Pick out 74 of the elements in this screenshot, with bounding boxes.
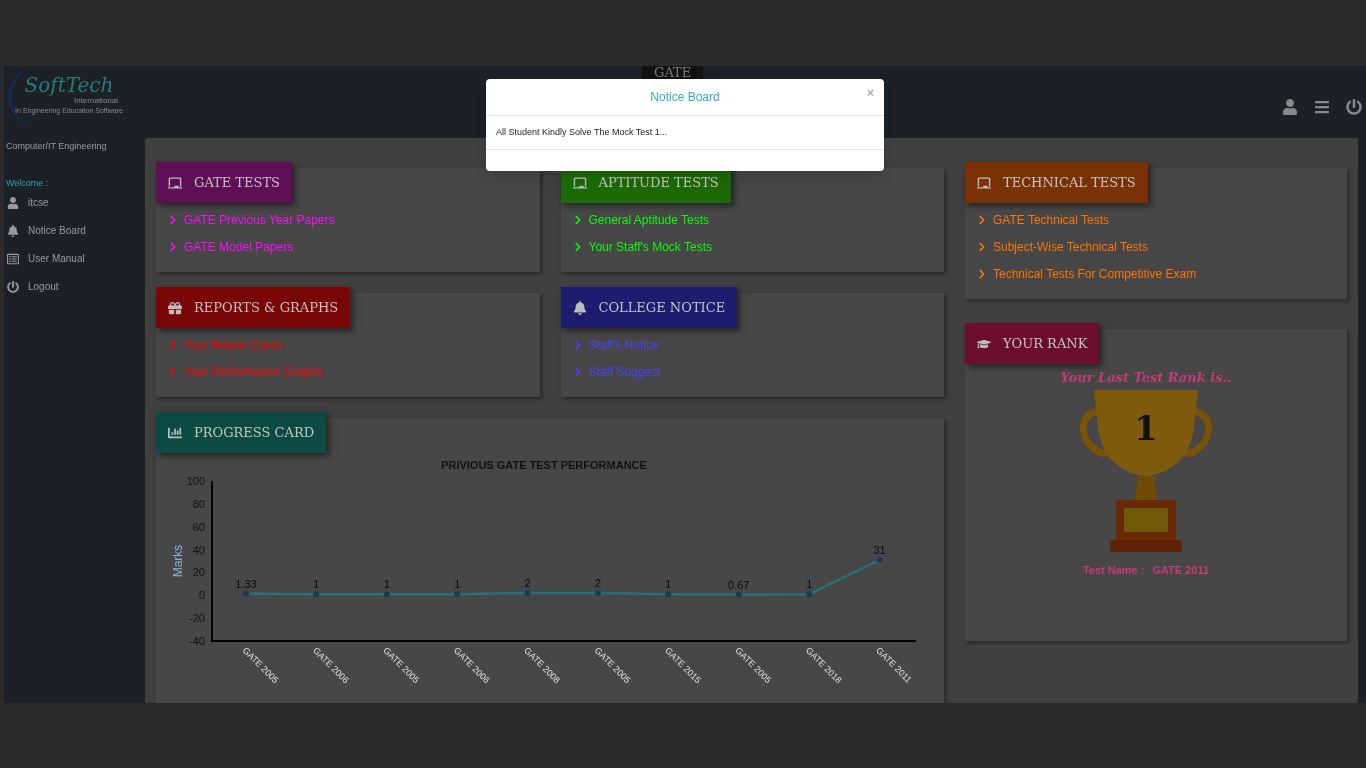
panel-link[interactable]: Subject-Wise Technical Tests [977, 238, 1148, 256]
user-icon [7, 196, 19, 209]
panel-link[interactable]: GATE Technical Tests [977, 211, 1110, 229]
board-icon [572, 175, 587, 190]
data-point [665, 591, 672, 598]
bell-icon [572, 300, 587, 315]
panel-link[interactable]: Technical Tests For Competitive Exam [977, 265, 1197, 283]
power-icon [7, 280, 19, 293]
data-point [595, 590, 601, 596]
panel-title: YOUR RANK [1003, 334, 1088, 353]
chevron-icon [168, 367, 178, 377]
chevron-icon [168, 215, 178, 225]
panel-title: TECHNICAL TESTS [1003, 173, 1136, 192]
data-point [735, 591, 742, 598]
data-label: 2 [524, 577, 531, 589]
chevron-icon [572, 242, 583, 252]
panel-title: GATE TESTS [194, 173, 280, 192]
chevron-icon [572, 367, 583, 377]
panel-link[interactable]: GATE Previous Year Papers [168, 211, 335, 229]
data-label: 1 [454, 578, 461, 591]
data-label: 1 [806, 578, 813, 591]
data-point [243, 590, 249, 597]
panel-title: APTITUDE TESTS [598, 173, 719, 192]
data-label: 31 [873, 543, 886, 556]
list-icon [7, 252, 19, 265]
panel-link[interactable]: General Aptitude Tests [572, 211, 710, 229]
dialog-title: Notice Board [650, 89, 720, 106]
data-label: 1 [665, 578, 672, 591]
gift-icon [168, 300, 182, 315]
test-name-value: GATE 2011 [1152, 562, 1210, 578]
sidebar-item[interactable]: User Manual [7, 252, 85, 265]
bell-icon [7, 224, 19, 237]
data-label: 1 [313, 578, 320, 591]
department-label: Computer/IT Engineering [5, 140, 108, 153]
chevron-icon [572, 340, 583, 350]
board-icon [977, 175, 991, 190]
rank-number: 1 [1134, 407, 1158, 448]
data-label: 1.33 [235, 577, 257, 590]
sidebar-item[interactable]: itcse [7, 196, 49, 209]
chevron-icon [572, 215, 583, 225]
data-point [806, 591, 813, 598]
bar-chart-icon [168, 425, 182, 440]
panel-title: PROGRESS CARD [194, 423, 315, 442]
sidebar-item[interactable]: Logout [7, 280, 59, 293]
data-point [524, 590, 531, 596]
data-point [454, 591, 461, 598]
chevron-icon [977, 215, 987, 225]
panel-title: COLLEGE NOTICE [598, 298, 726, 317]
chevron-icon [168, 340, 178, 350]
power-icon[interactable] [1346, 99, 1362, 115]
rank-caption: Your Last Test Rank is.. [1060, 369, 1232, 387]
user-icon[interactable] [1282, 99, 1298, 115]
panel-title: REPORTS & GRAPHS [194, 298, 339, 317]
chevron-icon [977, 242, 987, 252]
chevron-icon [977, 269, 987, 279]
menu-icon[interactable] [1314, 99, 1330, 115]
chevron-icon [168, 242, 178, 252]
panel-link[interactable]: Your Performance Graphs [168, 363, 323, 381]
data-point [876, 556, 883, 563]
data-label: 2 [594, 577, 602, 589]
test-name-label: Test Name : [1082, 562, 1145, 578]
sidebar-item[interactable]: Notice Board [7, 224, 86, 237]
close-button[interactable]: × [867, 87, 874, 99]
data-point [383, 591, 390, 598]
notice-message: All Student Kindly Solve The Mock Test 1... [496, 125, 668, 139]
panel-link[interactable]: Your Report Cards [168, 336, 283, 354]
welcome-label: Welcome : [5, 176, 50, 190]
data-label: 0.67 [728, 578, 750, 591]
data-point [313, 591, 320, 598]
board-icon [168, 175, 182, 190]
header-title: GATE [642, 66, 704, 79]
panel-link[interactable]: Your Staff's Mock Tests [572, 238, 712, 256]
panel-link[interactable]: GATE Model Papers [168, 238, 294, 256]
axis-title: Marks [171, 544, 185, 578]
